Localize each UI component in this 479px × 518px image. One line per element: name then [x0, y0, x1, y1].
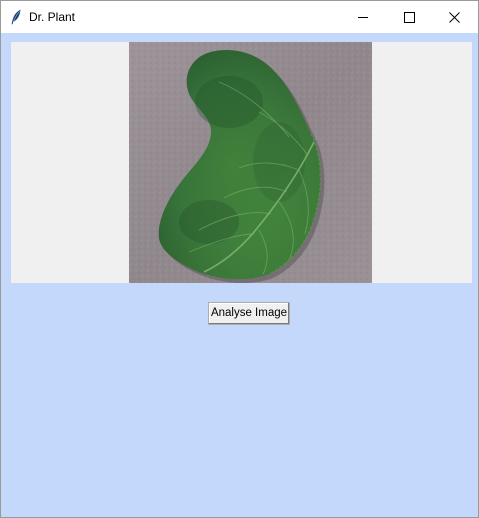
title-bar[interactable]: Dr. Plant	[1, 1, 478, 33]
app-window: Dr. Plant Analyse Image	[0, 0, 479, 518]
analyse-image-button[interactable]: Analyse Image	[208, 302, 290, 325]
minimize-icon	[358, 17, 368, 18]
main-area: Analyse Image	[1, 33, 478, 517]
feather-icon	[10, 9, 22, 25]
maximize-button[interactable]	[386, 1, 432, 33]
window-title: Dr. Plant	[29, 10, 76, 24]
close-icon	[449, 12, 460, 23]
image-panel	[11, 42, 472, 283]
close-button[interactable]	[432, 1, 478, 33]
maximize-icon	[404, 12, 415, 23]
leaf-image	[129, 42, 372, 283]
minimize-button[interactable]	[340, 1, 386, 33]
